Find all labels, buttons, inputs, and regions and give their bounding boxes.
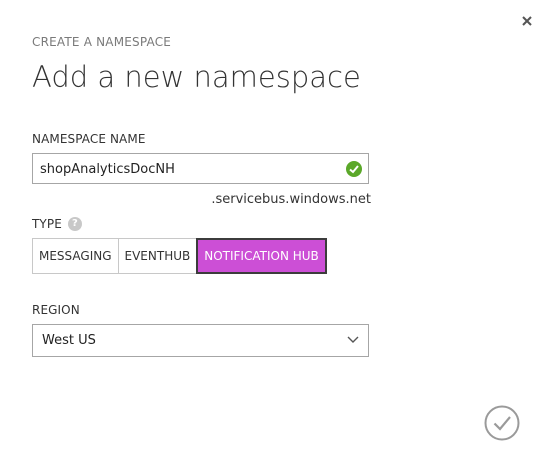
type-option-eventhub[interactable]: EVENTHUB: [117, 238, 198, 274]
type-option-messaging[interactable]: MESSAGING: [32, 238, 119, 274]
dialog-subtitle: CREATE A NAMESPACE: [32, 35, 172, 49]
chevron-down-icon: [347, 336, 359, 343]
region-label: REGION: [32, 303, 80, 317]
create-namespace-dialog: CREATE A NAMESPACE Add a new namespace N…: [0, 0, 548, 468]
namespace-suffix: .servicebus.windows.net: [211, 192, 371, 207]
valid-check-icon: [346, 161, 362, 177]
namespace-name-input[interactable]: [40, 160, 340, 178]
type-option-notification-hub[interactable]: NOTIFICATION HUB: [196, 238, 327, 274]
namespace-name-label: NAMESPACE NAME: [32, 132, 146, 146]
type-label-row: TYPE ?: [32, 217, 82, 231]
region-selected-value: West US: [42, 333, 96, 348]
type-label: TYPE: [32, 217, 62, 231]
region-select[interactable]: West US: [32, 324, 369, 357]
help-icon[interactable]: ?: [67, 217, 82, 231]
dialog-title: Add a new namespace: [32, 60, 361, 94]
close-icon[interactable]: [519, 13, 535, 29]
type-selector: MESSAGING EVENTHUB NOTIFICATION HUB: [32, 238, 327, 274]
confirm-button[interactable]: [484, 405, 520, 441]
namespace-name-field[interactable]: [32, 153, 369, 184]
